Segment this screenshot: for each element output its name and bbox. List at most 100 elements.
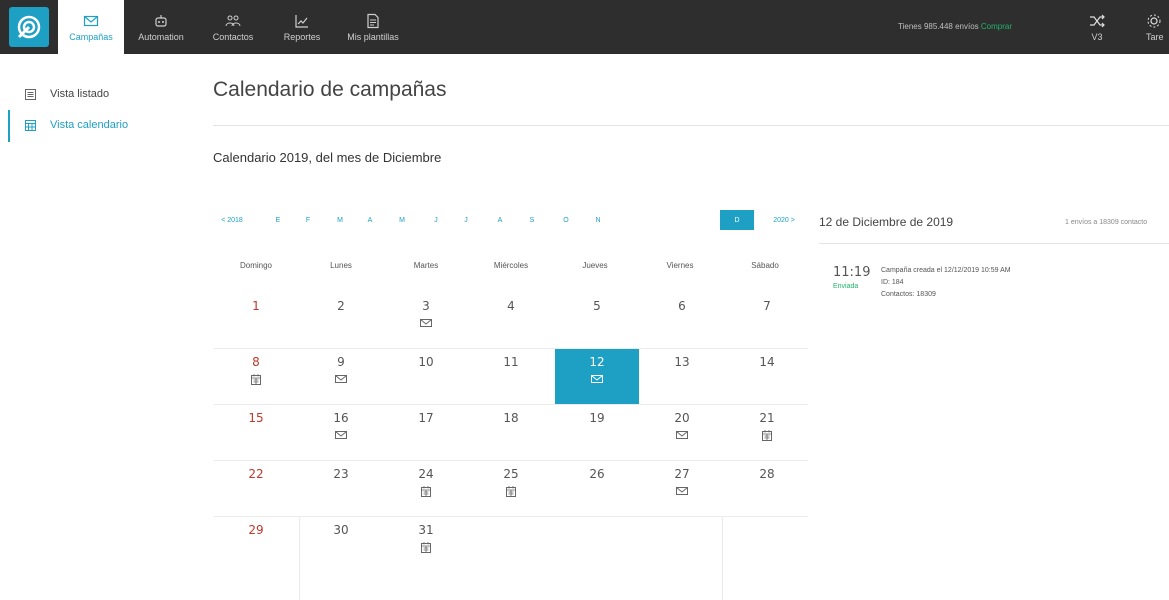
sidebar-item-calendar-view[interactable]: Vista calendario bbox=[25, 119, 128, 131]
app-logo[interactable] bbox=[9, 7, 49, 47]
calendar-icon bbox=[421, 542, 431, 553]
shuffle-icon bbox=[1090, 14, 1105, 27]
version-label: V3 bbox=[1091, 31, 1103, 42]
day-number: 28 bbox=[759, 467, 775, 481]
page-title: Calendario de campañas bbox=[213, 78, 447, 101]
calendar-day[interactable]: 2 bbox=[299, 293, 383, 349]
nav-automation[interactable]: Automation bbox=[126, 0, 196, 54]
switch-version-button[interactable]: V3 bbox=[1080, 0, 1114, 54]
calendar-day[interactable]: 25 bbox=[469, 461, 553, 517]
calendar-icon bbox=[762, 430, 772, 441]
weekday-3: Miércoles bbox=[493, 261, 529, 270]
month-11[interactable]: N bbox=[588, 210, 608, 230]
calendar-day[interactable]: 24 bbox=[384, 461, 468, 517]
calendar-day[interactable]: 12 bbox=[555, 349, 639, 405]
calendar-day[interactable]: 29 bbox=[214, 517, 298, 573]
day-number: 16 bbox=[333, 411, 349, 425]
day-number: 15 bbox=[248, 411, 264, 425]
calendar-day[interactable]: 16 bbox=[299, 405, 383, 461]
month-13[interactable]: 2020 > bbox=[760, 210, 808, 230]
calendar-day[interactable]: 5 bbox=[555, 293, 639, 349]
weekday-5: Viernes bbox=[666, 261, 694, 270]
month-12[interactable]: D bbox=[720, 210, 754, 230]
calendar-day[interactable]: 21 bbox=[725, 405, 809, 461]
campaign-info[interactable]: Campaña creada el 12/12/2019 10:59 AM ID… bbox=[881, 265, 1011, 301]
weekday-2: Martes bbox=[413, 261, 439, 270]
month-0[interactable]: < 2018 bbox=[212, 210, 252, 230]
calendar-day[interactable]: 15 bbox=[214, 405, 298, 461]
calendar-day[interactable]: 22 bbox=[214, 461, 298, 517]
month-10[interactable]: O bbox=[556, 210, 576, 230]
calendar-day[interactable]: 6 bbox=[640, 293, 724, 349]
tasks-button[interactable]: Tare bbox=[1146, 0, 1169, 54]
nav-contacts[interactable]: Contactos bbox=[198, 0, 268, 54]
detail-date: 12 de Diciembre de 2019 bbox=[819, 215, 954, 229]
detail-send-count: 1 envíos a 18309 contacto bbox=[1065, 219, 1148, 226]
calendar-day[interactable]: 7 bbox=[725, 293, 809, 349]
envelope-icon bbox=[591, 375, 603, 383]
logo-icon bbox=[17, 15, 41, 39]
day-number: 31 bbox=[418, 523, 434, 537]
day-number: 6 bbox=[678, 299, 686, 313]
calendar-day[interactable]: 11 bbox=[469, 349, 553, 405]
buy-sends-link[interactable]: Comprar bbox=[981, 22, 1012, 31]
envelope-icon bbox=[420, 319, 432, 327]
grid-divider bbox=[722, 517, 723, 600]
sidebar-item-list-view[interactable]: Vista listado bbox=[25, 88, 109, 100]
day-number: 4 bbox=[507, 299, 515, 313]
month-5[interactable]: M bbox=[392, 210, 412, 230]
calendar-day[interactable]: 1 bbox=[214, 293, 298, 349]
month-6[interactable]: J bbox=[426, 210, 446, 230]
calendar-day[interactable]: 17 bbox=[384, 405, 468, 461]
calendar-view-icon bbox=[25, 119, 36, 131]
nav-reports[interactable]: Reportes bbox=[270, 0, 334, 54]
grid-divider bbox=[299, 517, 300, 600]
month-2[interactable]: F bbox=[298, 210, 318, 230]
calendar-icon bbox=[251, 374, 261, 385]
sends-text: Tienes 985.448 envíos bbox=[898, 22, 979, 31]
day-number: 23 bbox=[333, 467, 349, 481]
campaign-status: Enviada bbox=[833, 283, 859, 290]
month-7[interactable]: J bbox=[456, 210, 476, 230]
calendar-day[interactable]: 23 bbox=[299, 461, 383, 517]
day-number: 24 bbox=[418, 467, 434, 481]
calendar-day[interactable]: 20 bbox=[640, 405, 724, 461]
calendar-day[interactable]: 10 bbox=[384, 349, 468, 405]
calendar-icon bbox=[421, 486, 431, 497]
calendar-day[interactable]: 4 bbox=[469, 293, 553, 349]
calendar-day[interactable]: 9 bbox=[299, 349, 383, 405]
month-3[interactable]: M bbox=[330, 210, 350, 230]
nav-templates[interactable]: Mis plantillas bbox=[336, 0, 410, 54]
calendar-day[interactable]: 14 bbox=[725, 349, 809, 405]
week-divider bbox=[214, 348, 808, 349]
calendar-day[interactable]: 19 bbox=[555, 405, 639, 461]
calendar-day[interactable]: 3 bbox=[384, 293, 468, 349]
month-8[interactable]: A bbox=[490, 210, 510, 230]
calendar-day[interactable]: 31 bbox=[384, 517, 468, 573]
sidebar-item-label: Vista calendario bbox=[50, 119, 129, 131]
title-divider bbox=[213, 125, 1169, 126]
calendar-day[interactable]: 28 bbox=[725, 461, 809, 517]
calendar-day[interactable]: 26 bbox=[555, 461, 639, 517]
calendar-day[interactable]: 8 bbox=[214, 349, 298, 405]
nav-campaigns[interactable]: Campañas bbox=[58, 0, 124, 54]
calendar-day[interactable]: 27 bbox=[640, 461, 724, 517]
day-number: 29 bbox=[248, 523, 264, 537]
nav-automation-label: Automation bbox=[138, 31, 184, 42]
month-4[interactable]: A bbox=[360, 210, 380, 230]
day-number: 25 bbox=[503, 467, 519, 481]
campaign-id: ID: 184 bbox=[881, 279, 904, 286]
nav-reports-label: Reportes bbox=[283, 31, 321, 42]
calendar-day[interactable]: 13 bbox=[640, 349, 724, 405]
month-1[interactable]: E bbox=[268, 210, 288, 230]
day-number: 12 bbox=[589, 355, 605, 369]
month-9[interactable]: S bbox=[522, 210, 542, 230]
contacts-icon bbox=[225, 15, 241, 26]
calendar-day[interactable]: 18 bbox=[469, 405, 553, 461]
day-number: 1 bbox=[252, 299, 260, 313]
day-number: 10 bbox=[418, 355, 434, 369]
day-number: 14 bbox=[759, 355, 775, 369]
day-number: 8 bbox=[252, 355, 260, 369]
day-number: 20 bbox=[674, 411, 690, 425]
calendar-day[interactable]: 30 bbox=[299, 517, 383, 573]
